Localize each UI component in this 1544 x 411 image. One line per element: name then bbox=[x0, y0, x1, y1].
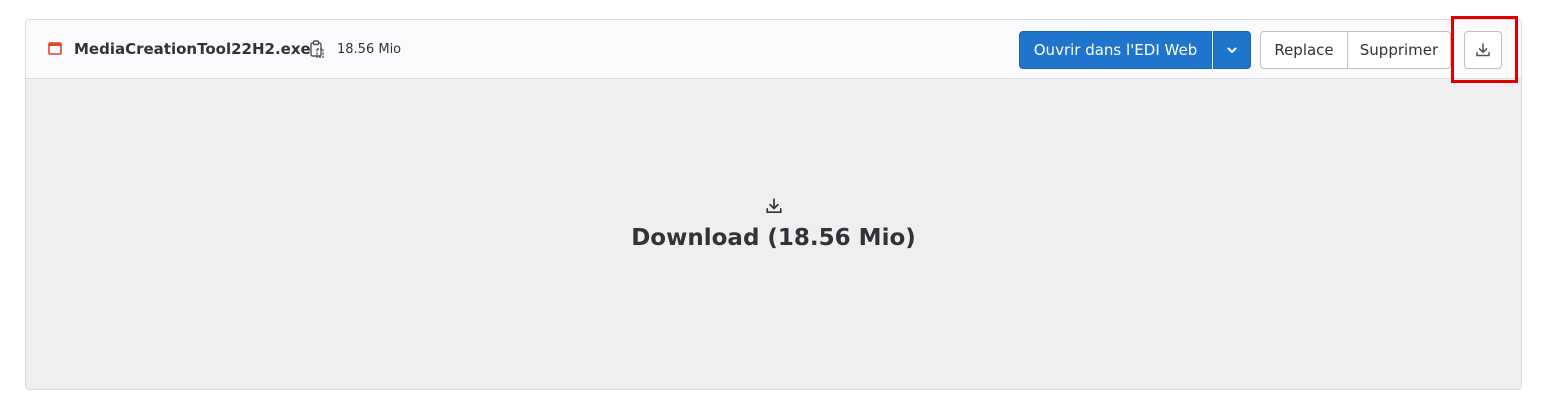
file-size: 18.56 Mio bbox=[337, 42, 402, 57]
open-web-ide-label: Ouvrir dans l'EDI Web bbox=[1033, 41, 1198, 59]
download-icon bbox=[765, 198, 782, 214]
file-content: Download (18.56 Mio) bbox=[26, 79, 1521, 389]
chevron-down-icon bbox=[1227, 47, 1237, 53]
file-header: MediaCreationTool22H2.exe 18.56 Mio Ouvr… bbox=[26, 20, 1521, 79]
file-holder: MediaCreationTool22H2.exe 18.56 Mio Ouvr… bbox=[25, 19, 1522, 390]
open-web-ide-button[interactable]: Ouvrir dans l'EDI Web bbox=[1019, 31, 1212, 69]
delete-label: Supprimer bbox=[1359, 41, 1439, 59]
file-name: MediaCreationTool22H2.exe bbox=[74, 40, 311, 58]
replace-label: Replace bbox=[1274, 41, 1334, 59]
copy-to-clipboard-icon[interactable] bbox=[309, 39, 325, 59]
application-window-icon bbox=[48, 42, 62, 55]
download-label: Download (18.56 Mio) bbox=[631, 225, 916, 251]
edit-options-dropdown-button[interactable] bbox=[1213, 31, 1251, 69]
replace-button[interactable]: Replace bbox=[1260, 31, 1348, 69]
download-file-link[interactable]: Download (18.56 Mio) bbox=[26, 197, 1521, 251]
download-icon bbox=[1476, 43, 1490, 57]
delete-button[interactable]: Supprimer bbox=[1347, 31, 1451, 69]
download-button[interactable] bbox=[1464, 31, 1502, 69]
